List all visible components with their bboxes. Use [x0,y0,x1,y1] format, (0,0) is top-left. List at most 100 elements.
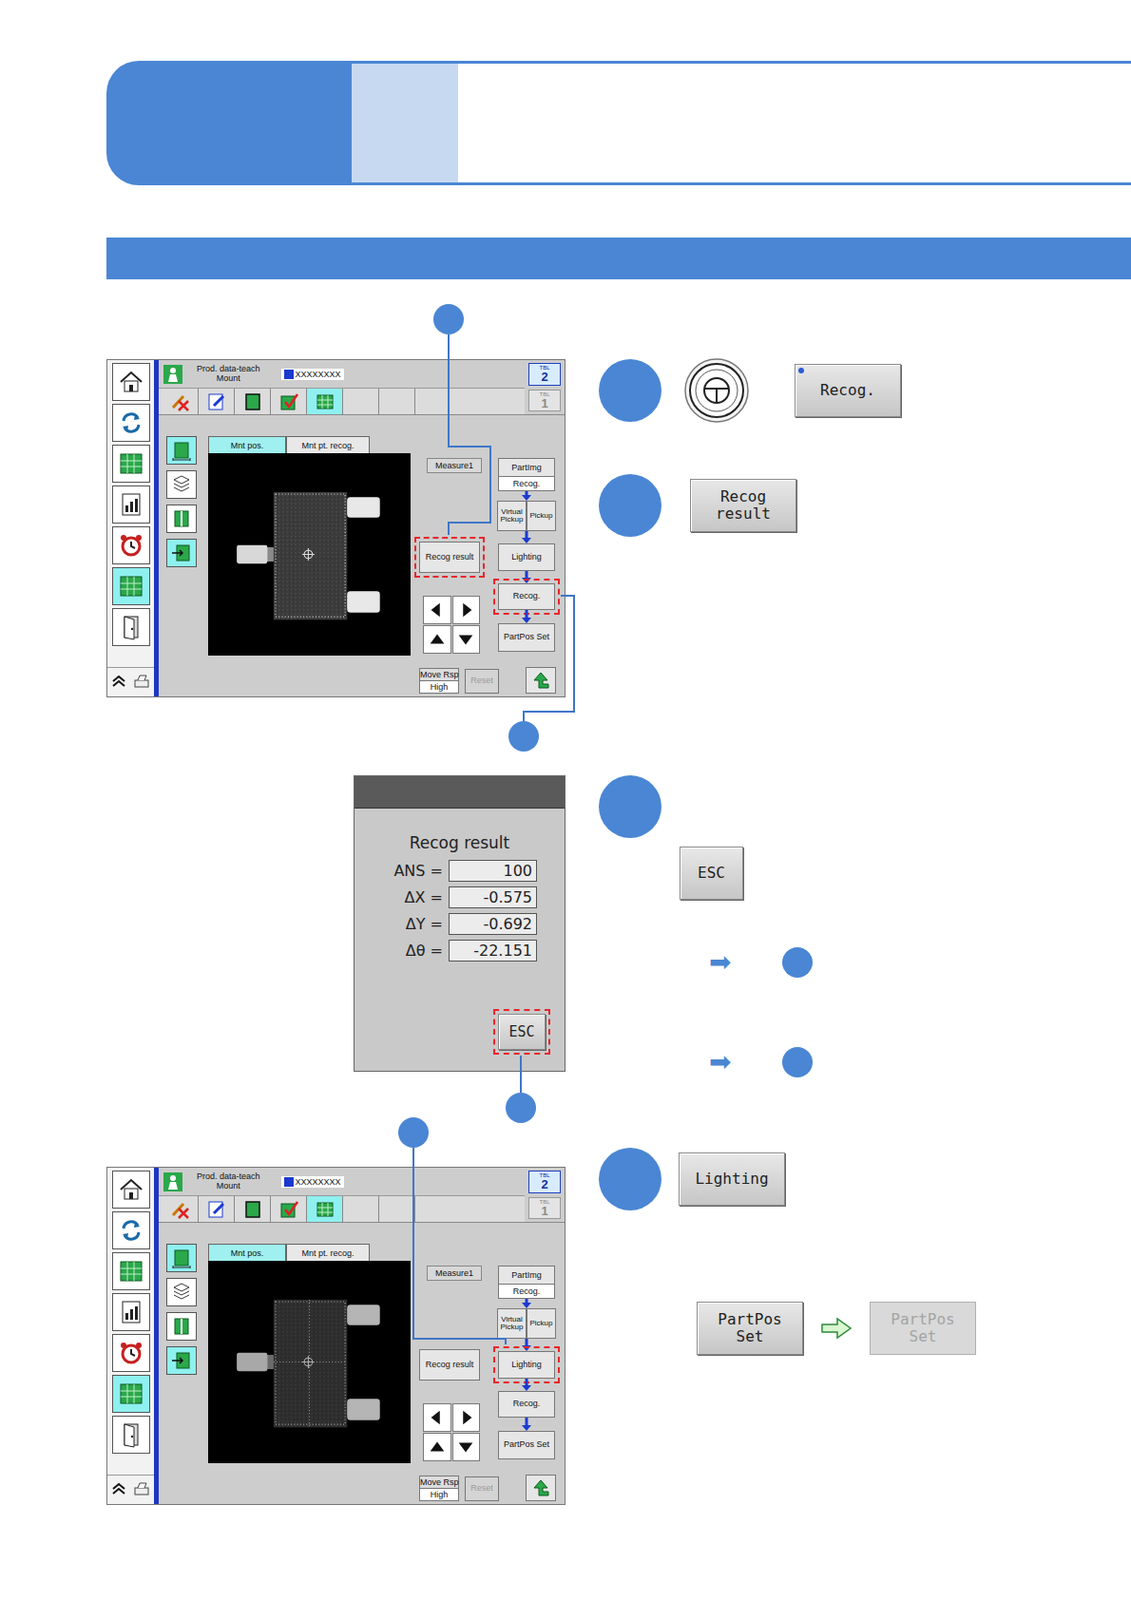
virtual-pickup-button[interactable]: Virtual Pickup [497,1308,527,1340]
toolbar-button[interactable] [162,1196,199,1223]
move-speed[interactable]: Move RspHigh [419,1476,460,1502]
step-marker [598,359,662,422]
tool-button[interactable] [166,436,197,465]
step: ESC➡➡ [598,775,813,1078]
toolbar-button[interactable] [234,388,271,415]
pickup-button[interactable]: Pickup [526,500,556,532]
arrow-key[interactable] [452,1403,481,1433]
result-row: ΔX =-0.575 [382,886,537,909]
sidebar-item[interactable] [112,1252,151,1291]
arrow-key[interactable] [452,1433,481,1462]
return-button[interactable] [525,1475,556,1502]
table-button[interactable]: TBL2 [528,363,561,386]
toolbar-button[interactable] [270,388,307,415]
steps-cell: Recog. Recog result [598,279,1131,755]
sidebar-item[interactable] [112,1211,151,1250]
sidebar-item[interactable] [112,403,151,442]
tool-button[interactable] [166,470,197,499]
collapse-icon[interactable] [111,673,127,690]
flow-button[interactable]: PartPos Set [498,1431,556,1460]
lighting-button[interactable]: Lighting [678,1152,786,1207]
return-icon [530,670,552,691]
flow-button[interactable]: Recog. [498,583,556,611]
tab[interactable]: Mnt pt. recog. [286,1244,370,1262]
sidebar-item[interactable] [112,1375,151,1414]
tab[interactable]: Mnt pt. recog. [286,436,370,454]
table-button[interactable]: TBL1 [528,389,561,413]
sidebar-item[interactable] [112,363,151,402]
toolbar-button[interactable] [343,388,380,415]
move-value: High [420,680,459,693]
part-image-select[interactable]: PartImgRecog. [498,458,556,492]
sidebar-item[interactable] [112,526,151,565]
tool-button[interactable] [166,504,197,534]
tool-button[interactable] [166,1312,197,1342]
sidebar-item[interactable] [112,1170,151,1209]
tab[interactable]: Mnt pos. [208,1244,287,1262]
arrow-key[interactable] [452,595,481,625]
recog-result-button[interactable]: Recog result [419,541,480,574]
tool-button[interactable] [166,538,197,568]
sidebar-item[interactable] [112,1416,151,1455]
table-column: TBL2 TBL1 [524,360,565,415]
sidebar-item[interactable] [112,444,151,483]
virtual-pickup-button[interactable]: Virtual Pickup [497,500,527,532]
recog-result-button[interactable]: Recog result [419,1349,480,1381]
arrow-key[interactable] [422,595,452,625]
sidebar-item[interactable] [112,608,151,647]
arrow-key[interactable] [422,1403,452,1433]
toolbar-button[interactable] [379,1196,416,1223]
esc-button[interactable]: ESC [498,1014,546,1051]
result-value: -0.575 [448,886,537,909]
toolbar-button[interactable] [234,1196,271,1223]
sidebar-item[interactable] [112,567,151,606]
tool-button[interactable] [166,1346,197,1376]
toolbar-button[interactable] [162,388,199,415]
collapse-icon[interactable] [111,1481,127,1497]
pickup-pair: Virtual PickupPickup [497,500,556,532]
flow-button[interactable]: PartPos Set [498,623,556,652]
board-icon [117,1380,145,1408]
toolbar-button[interactable] [198,388,235,415]
return-button[interactable] [525,667,556,694]
part-image-select[interactable]: PartImgRecog. [498,1265,556,1300]
toolbar-button[interactable] [198,1196,235,1223]
jog-dial-icon [683,357,750,424]
tab[interactable]: Mnt pos. [208,436,287,454]
sidebar-item[interactable] [112,1293,151,1332]
toolbar-button[interactable] [306,1196,344,1223]
toolbar [158,1195,525,1223]
recog-button[interactable]: Recog. [794,364,901,418]
flow-button[interactable]: Lighting [498,543,556,572]
tool-button[interactable] [166,1244,197,1273]
sidebar-item[interactable] [112,1334,151,1373]
table-button[interactable]: TBL2 [528,1170,561,1194]
flow-button[interactable]: Lighting [498,1351,556,1380]
reset-button[interactable]: Reset [464,1476,499,1502]
toolbar-button[interactable] [379,388,416,415]
tool-button[interactable] [166,1278,197,1307]
alarm-icon [117,532,145,559]
toolbar-button[interactable] [343,1196,380,1223]
panel-icon [242,392,264,412]
reset-button[interactable]: Reset [464,669,499,694]
esc-button[interactable]: ESC [679,846,744,901]
print-icon[interactable] [133,1481,151,1497]
toolbar-button[interactable] [270,1196,307,1223]
partpos-set-button[interactable]: PartPos Set [696,1302,804,1356]
arrow-key[interactable] [452,625,481,654]
arrow-key[interactable] [422,1433,452,1462]
print-icon[interactable] [133,673,151,690]
toolbar-button[interactable] [306,388,344,415]
file-icon [284,369,294,380]
flow-button[interactable]: Recog. [498,1391,556,1419]
select-label: PartImg [498,459,555,477]
move-speed[interactable]: Move RspHigh [419,668,460,694]
table-button[interactable]: TBL1 [528,1197,561,1221]
sidebar-item[interactable] [112,485,151,524]
pickup-button[interactable]: Pickup [526,1308,556,1340]
arrow-key[interactable] [422,625,452,654]
table-number: 1 [540,397,548,410]
recog-result-button[interactable]: Recog result [690,479,797,533]
result-label: ΔY = [382,915,443,934]
